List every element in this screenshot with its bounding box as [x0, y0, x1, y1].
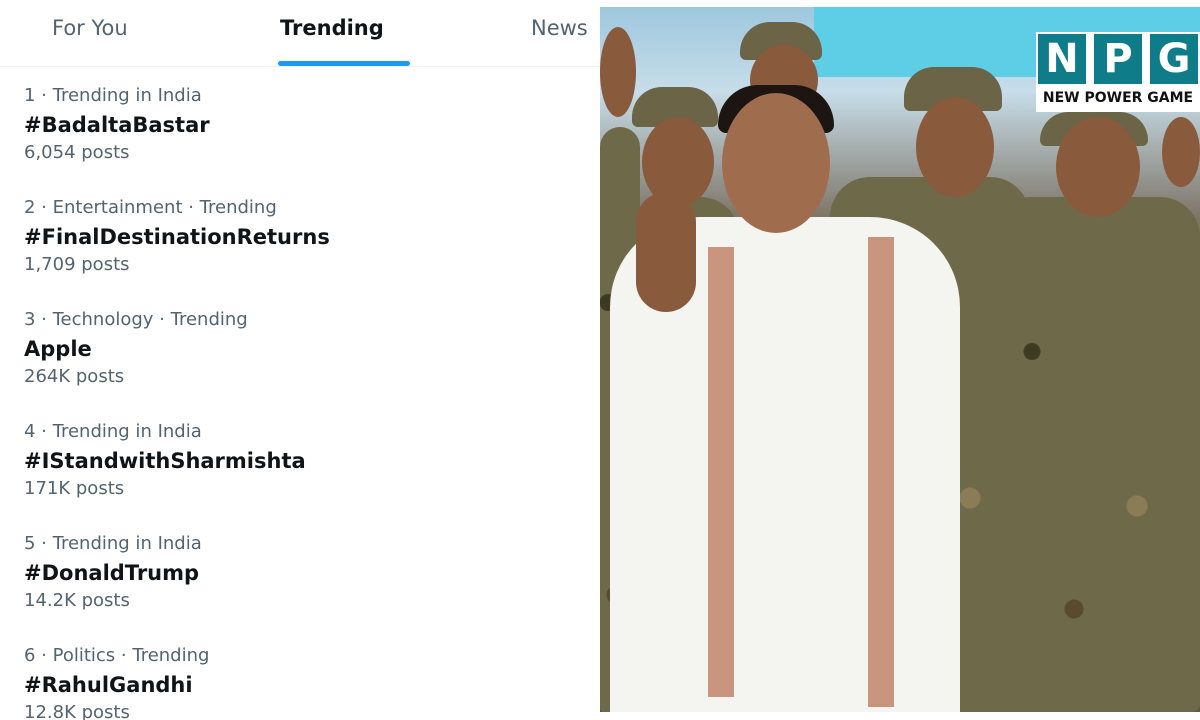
soldier-face: [600, 27, 636, 117]
trend-name[interactable]: Apple: [24, 334, 584, 364]
trend-meta: 1 · Trending in India: [24, 85, 202, 106]
logo-letter-g: G: [1150, 34, 1198, 84]
trend-post-count: 171K posts: [24, 478, 125, 499]
tab-bar: For You Trending News: [0, 0, 600, 67]
trend-item[interactable]: 1 · Trending in India #BadaltaBastar 6,0…: [24, 84, 584, 166]
news-photo: [600, 7, 1200, 712]
trend-post-count: 12.8K posts: [24, 702, 130, 720]
trend-item[interactable]: 4 · Trending in India #IStandwithSharmis…: [24, 420, 584, 502]
soldier-face: [1056, 117, 1140, 217]
soldier-face: [916, 97, 994, 197]
trending-panel: For You Trending News 1 · Trending in In…: [0, 0, 600, 720]
victory-hand: [636, 192, 696, 312]
trend-name[interactable]: #IStandwithSharmishta: [24, 446, 584, 476]
trend-post-count: 1,709 posts: [24, 254, 130, 275]
trend-post-count: 14.2K posts: [24, 590, 130, 611]
trend-meta: 4 · Trending in India: [24, 421, 202, 442]
stole-right: [868, 237, 894, 707]
stole-left: [708, 247, 734, 697]
soldier-face: [642, 117, 714, 207]
trend-meta: 5 · Trending in India: [24, 533, 202, 554]
soldier-face: [1162, 117, 1200, 187]
trend-name[interactable]: #DonaldTrump: [24, 558, 584, 588]
trend-item[interactable]: 2 · Entertainment · Trending #FinalDesti…: [24, 196, 584, 278]
trend-item[interactable]: 3 · Technology · Trending Apple 264K pos…: [24, 308, 584, 390]
trend-name[interactable]: #BadaltaBastar: [24, 110, 584, 140]
trend-meta: 3 · Technology · Trending: [24, 309, 248, 330]
active-tab-indicator: [278, 61, 410, 66]
leader-face: [722, 93, 830, 233]
trend-name[interactable]: #FinalDestinationReturns: [24, 222, 584, 252]
logo-letter-p: P: [1094, 34, 1142, 84]
npg-logo: N P G NEW POWER GAME: [1036, 32, 1200, 112]
logo-letter-n: N: [1038, 34, 1086, 84]
trend-item[interactable]: 6 · Politics · Trending #RahulGandhi 12.…: [24, 644, 584, 720]
tab-trending[interactable]: Trending: [280, 16, 384, 40]
trend-meta: 6 · Politics · Trending: [24, 645, 210, 666]
trend-item[interactable]: 5 · Trending in India #DonaldTrump 14.2K…: [24, 532, 584, 614]
soldier-figure: [990, 197, 1200, 712]
tab-for-you[interactable]: For You: [52, 16, 128, 40]
trend-meta: 2 · Entertainment · Trending: [24, 197, 277, 218]
trend-post-count: 6,054 posts: [24, 142, 130, 163]
logo-tagline: NEW POWER GAME: [1042, 90, 1194, 106]
trend-post-count: 264K posts: [24, 366, 125, 387]
tab-news[interactable]: News: [531, 16, 588, 40]
trend-name[interactable]: #RahulGandhi: [24, 670, 584, 700]
